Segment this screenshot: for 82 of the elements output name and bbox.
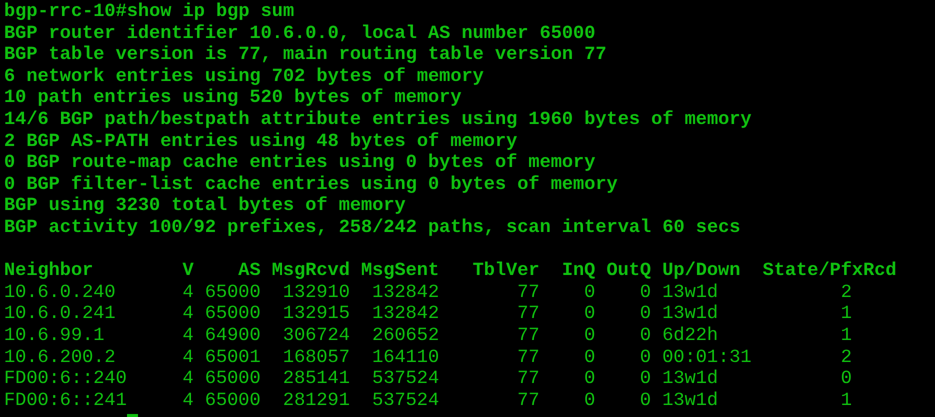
table-cell-text: 10.6.99.1	[4, 324, 106, 346]
output-line: BGP router identifier 10.6.0.0, local AS number 65000	[4, 22, 596, 44]
output-line: 2 BGP AS-PATH entries using 48 bytes of memory	[4, 130, 518, 152]
table-cell-text: 10.6.0.241	[4, 303, 117, 325]
table-cell-text: FD00:6::240	[4, 368, 128, 390]
table-cell-text: 64900	[204, 324, 261, 346]
output-line: BGP using 3230 total bytes of memory	[4, 195, 406, 216]
prompt-host: bgp-rrc-10#	[4, 1, 127, 22]
table-cell-text: 0	[583, 346, 596, 368]
table-cell-text: 260652	[371, 324, 440, 346]
table-cell: 4	[182, 282, 194, 304]
table-cell-text: 537524	[371, 390, 440, 412]
column-header: State/PfxRcd	[762, 260, 897, 282]
table-cell-text: 6d22h	[662, 324, 720, 346]
table-cell-text: 0	[638, 390, 652, 412]
table-cell: 4	[182, 346, 194, 368]
table-cell-text: 65000	[204, 390, 261, 412]
table-cell-text: 168057	[282, 346, 350, 368]
table-cell-text: 77	[516, 282, 540, 304]
table-cell-text: 10.6.200.2	[4, 346, 117, 368]
table-cell-text: 65001	[204, 346, 261, 368]
column-header: Up/Down	[662, 260, 742, 282]
table-cell-text: 0	[638, 346, 652, 368]
column-header: MsgSent	[360, 260, 440, 282]
column-header: TblVer	[472, 260, 540, 282]
table-cell-text: 13w1d	[662, 368, 720, 390]
table-cell-text: FD00:6::241	[4, 390, 128, 412]
output-line: BGP table version is 77, main routing table version 77	[4, 44, 607, 66]
table-cell-text: 0	[583, 368, 596, 390]
table-cell-text: 65000	[204, 368, 261, 390]
table-cell-text: 77	[516, 303, 540, 325]
table-cell-text: 0	[638, 282, 652, 304]
column-header: Neighbor	[4, 260, 94, 282]
table-cell-text: 0	[583, 390, 596, 412]
table-cell-text: 281291	[282, 390, 350, 412]
column-header: AS	[237, 260, 261, 282]
table-cell-text: 65000	[204, 282, 261, 304]
column-header: V	[182, 260, 194, 282]
table-cell-text: 164110	[371, 346, 440, 368]
table-cell-text: 77	[516, 368, 540, 390]
table-cell-text: 0	[583, 282, 596, 304]
output-line: 0 BGP filter-list cache entries using 0 bytes of memory	[4, 174, 618, 195]
output-line: 10 path entries using 520 bytes of memory	[4, 87, 462, 108]
table-cell-text: 0	[583, 303, 596, 325]
command-text: show ip bgp sum	[126, 1, 294, 22]
table-cell-text: 1	[840, 390, 853, 412]
table-cell-text: 132842	[371, 282, 440, 304]
table-cell-text: 77	[516, 324, 540, 346]
table-cell-text: 132915	[282, 303, 350, 325]
table-cell-text: 285141	[282, 368, 350, 390]
table-cell-text: 0	[840, 368, 853, 390]
table-cell-text: 13w1d	[662, 303, 720, 325]
table-cell-text: 0	[638, 303, 652, 325]
table-cell-text: 2	[840, 346, 853, 368]
table-cell-text: 306724	[282, 324, 350, 346]
output-line: 14/6 BGP path/bestpath attribute entries using 1960 bytes of memory	[4, 108, 752, 130]
column-header: MsgRcvd	[270, 260, 350, 282]
table-cell-text: 1	[840, 303, 853, 325]
table-cell-text: 13w1d	[662, 390, 720, 412]
table-cell-text: 77	[516, 390, 540, 412]
table-cell-text: 10.6.0.240	[4, 282, 117, 304]
output-line: 6 network entries using 702 bytes of memory	[4, 66, 484, 87]
table-cell-text: 77	[516, 346, 540, 368]
table-cell-text: 1	[840, 324, 853, 346]
table-cell: 4	[182, 368, 194, 390]
output-line: BGP activity 100/92 prefixes, 258/242 paths, scan interval 60 secs	[4, 216, 740, 238]
table-cell-text: 0	[583, 324, 596, 346]
table-cell-text: 132842	[371, 303, 440, 325]
table-cell-text: 537524	[371, 368, 440, 390]
table-cell: 4	[182, 324, 194, 346]
output-line: 0 BGP route-map cache entries using 0 bytes of memory	[4, 152, 596, 174]
table-cell-text: 0	[638, 324, 652, 346]
column-header: OutQ	[605, 260, 652, 282]
table-cell-text: 65000	[204, 303, 261, 325]
column-header: InQ	[560, 260, 596, 282]
table-cell-text: 00:01:31	[662, 346, 753, 368]
table-cell: 4	[182, 303, 194, 325]
table-cell-text: 2	[840, 282, 853, 304]
table-cell-text: 13w1d	[662, 282, 720, 304]
table-cell-text: 132910	[282, 282, 350, 304]
table-cell: 4	[182, 390, 194, 412]
table-cell-text: 0	[638, 368, 652, 390]
